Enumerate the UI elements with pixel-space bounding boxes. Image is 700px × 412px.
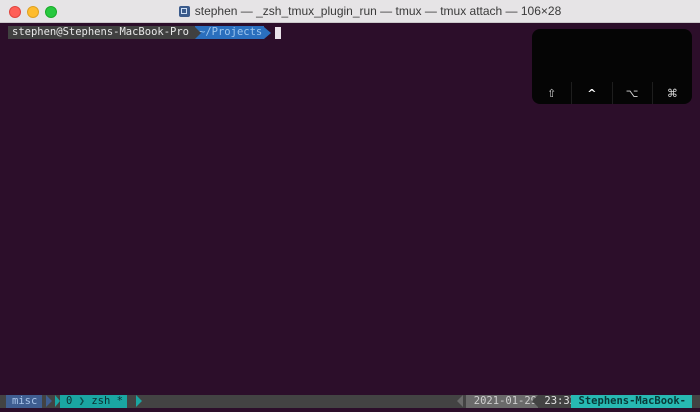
- modifier-key-overlay: ⇧ ^ ⌥ ⌘: [532, 29, 692, 104]
- terminal-window: stephen — _zsh_tmux_plugin_run — tmux — …: [0, 0, 700, 412]
- terminal-folder-icon: [178, 5, 190, 17]
- window-title: stephen — _zsh_tmux_plugin_run — tmux — …: [194, 4, 562, 18]
- window-arrow-icon: [136, 395, 142, 407]
- session-name[interactable]: misc: [6, 395, 43, 408]
- time-separator-icon: [532, 395, 538, 407]
- modifier-keys: ⇧ ^ ⌥ ⌘: [532, 82, 692, 104]
- title-area: stephen — _zsh_tmux_plugin_run — tmux — …: [0, 0, 700, 22]
- window-index: 0: [66, 395, 73, 407]
- control-icon: ^: [571, 82, 611, 104]
- window-tab[interactable]: 0 ❯ zsh *: [60, 395, 127, 408]
- session-arrow-icon: [46, 395, 52, 407]
- status-hostname: Stephens-MacBook-: [570, 395, 692, 408]
- command-icon: ⌘: [651, 82, 692, 104]
- window-name: zsh *: [91, 395, 123, 407]
- shift-icon: ⇧: [547, 86, 557, 100]
- option-icon: ⌥: [611, 82, 652, 104]
- window-separator-icon: ❯: [78, 395, 92, 407]
- tmux-status-bar: misc 0 ❯ zsh * 2021-01-29 23:32 Stephens…: [0, 395, 700, 408]
- date-arrow-icon: [457, 395, 463, 407]
- prompt-path: ~/Projects: [195, 26, 265, 39]
- text-cursor[interactable]: [275, 26, 282, 39]
- title-bar[interactable]: stephen — _zsh_tmux_plugin_run — tmux — …: [0, 0, 700, 23]
- prompt-separator-icon: [195, 26, 202, 39]
- status-date: 2021-01-29: [465, 395, 540, 408]
- shell-prompt: stephen@Stephens-MacBook-Pro ~/Projects: [8, 26, 282, 39]
- prompt-user-host: stephen@Stephens-MacBook-Pro: [8, 26, 196, 39]
- prompt-arrow-icon: [264, 26, 272, 39]
